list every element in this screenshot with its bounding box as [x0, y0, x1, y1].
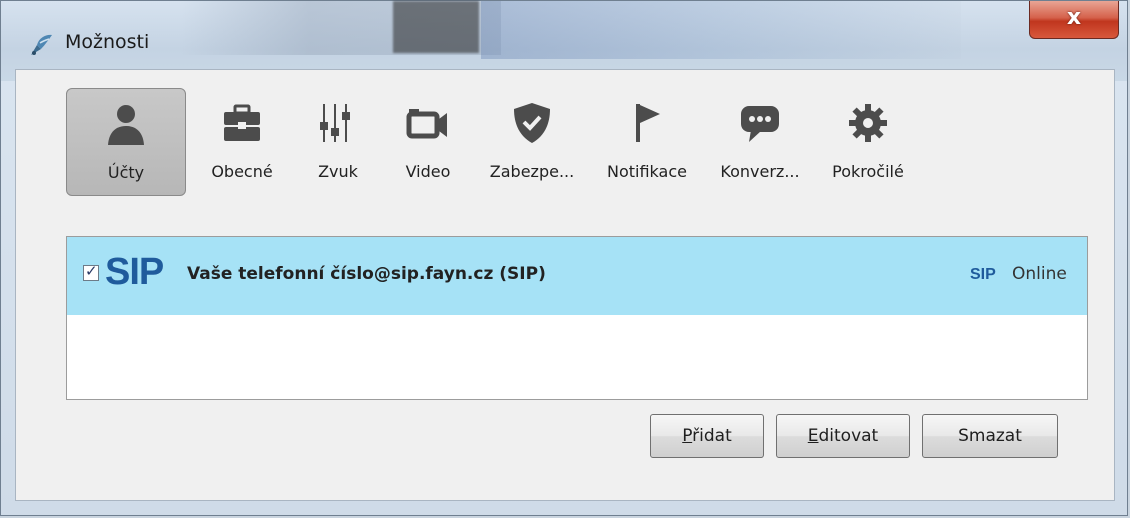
sip-logo: SIP [105, 251, 164, 293]
video-camera-icon [406, 109, 447, 139]
account-list[interactable]: ✓ SIP Vaše telefonní číslo@sip.fayn.cz (… [66, 236, 1088, 400]
mnemonic: P [682, 426, 693, 446]
tab-sound[interactable]: Zvuk [298, 88, 378, 196]
account-name: Vaše telefonní číslo@sip.fayn.cz (SIP) [187, 264, 546, 284]
account-enabled-checkbox[interactable]: ✓ [83, 262, 99, 281]
tab-label: Zvuk [318, 162, 358, 181]
tab-general[interactable]: Obecné [196, 88, 288, 196]
tab-label: Zabezpe... [489, 162, 575, 181]
account-status: Online [1012, 264, 1067, 284]
tab-label: Pokročilé [832, 162, 904, 181]
app-icon [31, 34, 52, 55]
delete-button[interactable]: Smazat [922, 414, 1058, 458]
button-label: Smazat [958, 426, 1022, 446]
button-label: řidat [692, 426, 732, 446]
gear-icon [849, 104, 887, 142]
flag-icon [636, 104, 660, 142]
user-icon [108, 105, 144, 145]
mnemonic: E [807, 426, 819, 446]
tab-advanced[interactable]: Pokročilé [816, 88, 920, 196]
tab-conversations[interactable]: Konverz... [710, 88, 810, 196]
tab-video[interactable]: Video [388, 88, 468, 196]
tab-label: Obecné [211, 162, 273, 181]
close-icon: x [1066, 5, 1082, 30]
tab-label: Video [405, 162, 451, 181]
chat-bubble-icon [741, 106, 779, 142]
edit-button[interactable]: Editovat [776, 414, 910, 458]
add-button[interactable]: Přidat [650, 414, 764, 458]
options-panel: Účty Obecné Zvuk Video Zabezpe... Notifi… [15, 69, 1115, 501]
tab-label: Konverz... [720, 162, 800, 181]
tab-label: Notifikace [607, 162, 687, 181]
options-window: Možnosti x Účty Obecné Zvuk Video Zabezp… [0, 0, 1128, 516]
tab-notifications[interactable]: Notifikace [588, 88, 706, 196]
list-item[interactable]: ✓ SIP Vaše telefonní číslo@sip.fayn.cz (… [67, 237, 1087, 315]
equalizer-icon [320, 104, 350, 142]
protocol-badge: SIP [970, 266, 996, 283]
window-title: Možnosti [65, 31, 150, 53]
tab-security[interactable]: Zabezpe... [480, 88, 584, 196]
background-blur [481, 1, 961, 59]
check-icon: ✓ [85, 262, 98, 280]
shield-icon [514, 103, 550, 143]
button-label: ditovat [818, 426, 879, 446]
close-button[interactable]: x [1029, 1, 1119, 39]
briefcase-icon [224, 104, 260, 141]
background-blur [393, 1, 479, 53]
tab-accounts[interactable]: Účty [66, 88, 186, 196]
tab-label: Účty [107, 163, 145, 182]
